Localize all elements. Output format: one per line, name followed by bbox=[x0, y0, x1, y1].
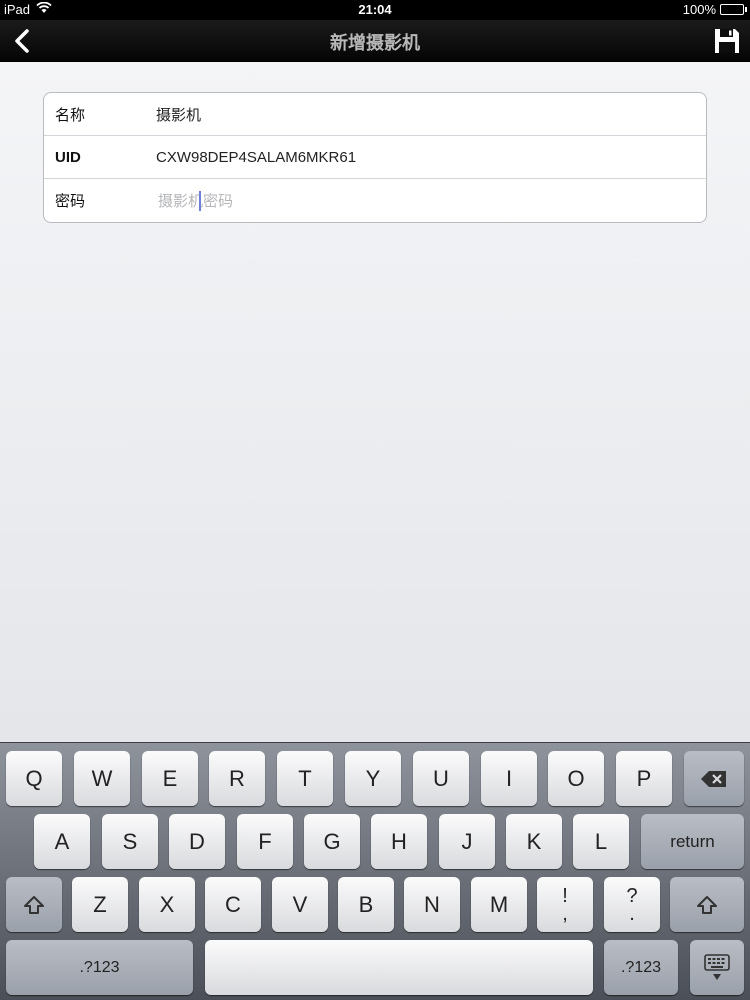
key-m[interactable]: M bbox=[471, 877, 527, 932]
key-x[interactable]: X bbox=[139, 877, 195, 932]
shift-key-left[interactable] bbox=[6, 877, 62, 932]
key-r[interactable]: R bbox=[209, 751, 265, 806]
battery-icon bbox=[720, 4, 747, 15]
key-exclaim-comma[interactable]: ! , bbox=[537, 877, 593, 932]
key-a[interactable]: A bbox=[34, 814, 90, 869]
uid-label: UID bbox=[55, 148, 81, 166]
password-label: 密码 bbox=[55, 192, 86, 210]
battery-percent: 100% bbox=[682, 2, 716, 17]
key-g[interactable]: G bbox=[304, 814, 360, 869]
form-row-name[interactable]: 名称 摄影机 bbox=[44, 93, 706, 136]
key-h[interactable]: H bbox=[371, 814, 427, 869]
dismiss-keyboard-key[interactable] bbox=[690, 940, 744, 995]
key-n[interactable]: N bbox=[404, 877, 460, 932]
keyboard-dismiss-icon bbox=[704, 953, 730, 980]
key-d[interactable]: D bbox=[169, 814, 225, 869]
form-row-uid[interactable]: UID CXW98DEP4SALAM6MKR61 bbox=[44, 136, 706, 179]
key-l[interactable]: L bbox=[573, 814, 629, 869]
shift-arrow-icon bbox=[24, 895, 44, 914]
floppy-disk-icon bbox=[715, 29, 739, 53]
key-question-period[interactable]: ? . bbox=[604, 877, 660, 932]
key-comma-label: , bbox=[562, 902, 568, 925]
space-bar[interactable] bbox=[205, 940, 593, 995]
save-button[interactable] bbox=[712, 26, 742, 56]
numbers-key-right[interactable]: .?123 bbox=[604, 940, 678, 995]
key-question-label: ? bbox=[626, 884, 638, 907]
navigation-bar: 新增摄影机 bbox=[0, 20, 750, 62]
page-title: 新增摄影机 bbox=[330, 33, 420, 54]
key-exclaim-label: ! bbox=[562, 884, 568, 907]
key-c[interactable]: C bbox=[205, 877, 261, 932]
key-i[interactable]: I bbox=[481, 751, 537, 806]
key-f[interactable]: F bbox=[237, 814, 293, 869]
return-key[interactable]: return bbox=[641, 814, 744, 869]
key-z[interactable]: Z bbox=[72, 877, 128, 932]
key-t[interactable]: T bbox=[277, 751, 333, 806]
numbers-key-left[interactable]: .?123 bbox=[6, 940, 193, 995]
key-p[interactable]: P bbox=[616, 751, 672, 806]
key-q[interactable]: Q bbox=[6, 751, 62, 806]
key-j[interactable]: J bbox=[439, 814, 495, 869]
status-time: 21:04 bbox=[358, 2, 392, 17]
name-label: 名称 bbox=[55, 105, 86, 124]
shift-arrow-icon bbox=[697, 895, 717, 914]
key-e[interactable]: E bbox=[142, 751, 198, 806]
camera-form: 名称 摄影机 UID CXW98DEP4SALAM6MKR61 密码 bbox=[43, 92, 707, 223]
password-field[interactable] bbox=[156, 191, 706, 210]
key-o[interactable]: O bbox=[548, 751, 604, 806]
key-b[interactable]: B bbox=[338, 877, 394, 932]
backspace-icon bbox=[701, 770, 726, 787]
key-u[interactable]: U bbox=[413, 751, 469, 806]
uid-field[interactable]: CXW98DEP4SALAM6MKR61 bbox=[156, 149, 706, 166]
name-field[interactable]: 摄影机 bbox=[156, 104, 706, 125]
text-cursor bbox=[199, 191, 201, 211]
key-period-label: . bbox=[629, 902, 635, 925]
main-content: 名称 摄影机 UID CXW98DEP4SALAM6MKR61 密码 bbox=[0, 62, 750, 742]
key-y[interactable]: Y bbox=[345, 751, 401, 806]
status-bar: iPad 21:04 100% bbox=[0, 0, 750, 20]
key-v[interactable]: V bbox=[272, 877, 328, 932]
form-row-password[interactable]: 密码 bbox=[44, 179, 706, 222]
shift-key-right[interactable] bbox=[670, 877, 744, 932]
key-k[interactable]: K bbox=[506, 814, 562, 869]
key-w[interactable]: W bbox=[74, 751, 130, 806]
backspace-key[interactable] bbox=[684, 751, 744, 806]
key-s[interactable]: S bbox=[102, 814, 158, 869]
on-screen-keyboard: Q W E R T Y U I O P A S D F G H J K L re… bbox=[0, 742, 750, 1000]
